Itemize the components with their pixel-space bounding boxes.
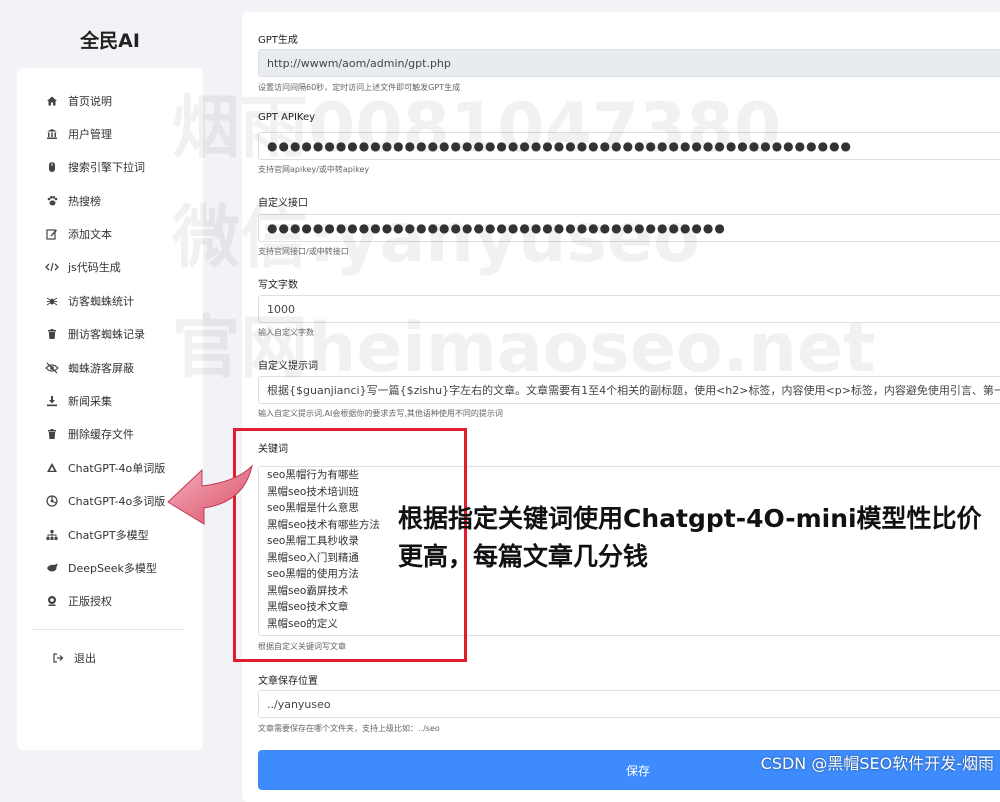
download-icon [45, 394, 59, 408]
mouse-icon [45, 160, 59, 174]
sidebar-item-add-text[interactable]: 添加文本 [45, 223, 112, 245]
sidebar-item-label: 用户管理 [68, 128, 112, 141]
save-path-label: 文章保存位置 [258, 676, 318, 687]
sidebar-item-deepseek[interactable]: DeepSeek多模型 [45, 557, 157, 579]
code-icon [45, 260, 59, 274]
logout-icon [51, 651, 65, 665]
csdn-credit: CSDN @黑帽SEO软件开发-烟雨 [760, 754, 994, 773]
edit-icon [45, 227, 59, 241]
sidebar-item-home[interactable]: 首页说明 [45, 90, 112, 112]
users-icon [45, 127, 59, 141]
sidebar-item-label: ChatGPT-4o单词版 [68, 462, 166, 475]
deepseek-icon [45, 561, 59, 575]
sidebar-item-label: js代码生成 [68, 261, 121, 274]
sidebar-item-label: DeepSeek多模型 [68, 562, 157, 575]
trash-icon [45, 327, 59, 341]
prompt-hint: 输入自定义提示词,AI会根据你的要求去写,其他语种使用不同的提示词 [258, 409, 503, 418]
sidebar-item-label: 蜘蛛游客屏蔽 [68, 362, 134, 375]
sidebar-item-delete-spider-records[interactable]: 删访客蜘蛛记录 [45, 323, 145, 345]
sidebar-item-chatgpt-models[interactable]: ChatGPT多模型 [45, 524, 149, 546]
app-title: 全民AI [80, 30, 140, 52]
sidebar-item-label: 访客蜘蛛统计 [68, 295, 134, 308]
license-icon [45, 594, 59, 608]
logout-button[interactable]: 退出 [51, 647, 96, 669]
sidebar-item-label: 搜索引擎下拉词 [68, 161, 145, 174]
sidebar-item-news-collect[interactable]: 新闻采集 [45, 390, 112, 412]
save-path-field[interactable]: ../yanyuseo [258, 690, 1000, 718]
sidebar-item-hot-search[interactable]: 热搜榜 [45, 190, 101, 212]
sidebar-item-users[interactable]: 用户管理 [45, 123, 112, 145]
logout-label: 退出 [74, 652, 96, 665]
sidebar-divider [32, 629, 185, 630]
sidebar-item-chatgpt-single[interactable]: ChatGPT-4o单词版 [45, 457, 165, 479]
sidebar-item-label: 添加文本 [68, 228, 112, 241]
sidebar-item-visitor-spider-stats[interactable]: 访客蜘蛛统计 [45, 290, 134, 312]
save-path-hint: 文章需要保存在哪个文件夹，支持上级比如：../seo [258, 724, 440, 733]
sidebar-item-label: 正版授权 [68, 595, 112, 608]
sidebar-item-chatgpt-multi[interactable]: ChatGPT-4o多词版 [45, 490, 165, 512]
sidebar-item-label: 新闻采集 [68, 395, 112, 408]
sidebar-item-license[interactable]: 正版授权 [45, 590, 112, 612]
chatgpt-icon [45, 461, 59, 475]
sidebar-item-spider-block[interactable]: 蜘蛛游客屏蔽 [45, 357, 134, 379]
watermark-line: 微信:yanyuseo [172, 199, 700, 278]
sidebar-item-label: 删除缓存文件 [68, 428, 134, 441]
sidebar-item-label: 热搜榜 [68, 195, 101, 208]
watermark-line: 烟雨0081047380 [172, 89, 782, 168]
sidebar-item-label: 删访客蜘蛛记录 [68, 328, 145, 341]
sidebar-item-label: ChatGPT-4o多词版 [68, 495, 166, 508]
gpt-url-label: GPT生成 [258, 35, 298, 46]
sidebar-item-label: 首页说明 [68, 95, 112, 108]
sitemap-icon [45, 528, 59, 542]
watermark-line: 官网heimaoseo.net [172, 309, 876, 388]
annotation-text: 根据指定关键词使用Chatgpt-4O-mini模型性比价更高，每篇文章几分钱 [398, 504, 982, 571]
home-icon [45, 94, 59, 108]
eye-slash-icon [45, 361, 59, 375]
sidebar-item-js-code[interactable]: js代码生成 [45, 256, 121, 278]
arrow-icon [167, 464, 253, 525]
chatgpt-icon [45, 494, 59, 508]
sidebar-item-label: ChatGPT多模型 [68, 529, 149, 542]
paw-icon [45, 194, 59, 208]
spider-icon [45, 294, 59, 308]
sidebar-item-delete-cache[interactable]: 删除缓存文件 [45, 423, 134, 445]
sidebar-item-search-dropdown[interactable]: 搜索引擎下拉词 [45, 156, 145, 178]
trash-icon [45, 427, 59, 441]
